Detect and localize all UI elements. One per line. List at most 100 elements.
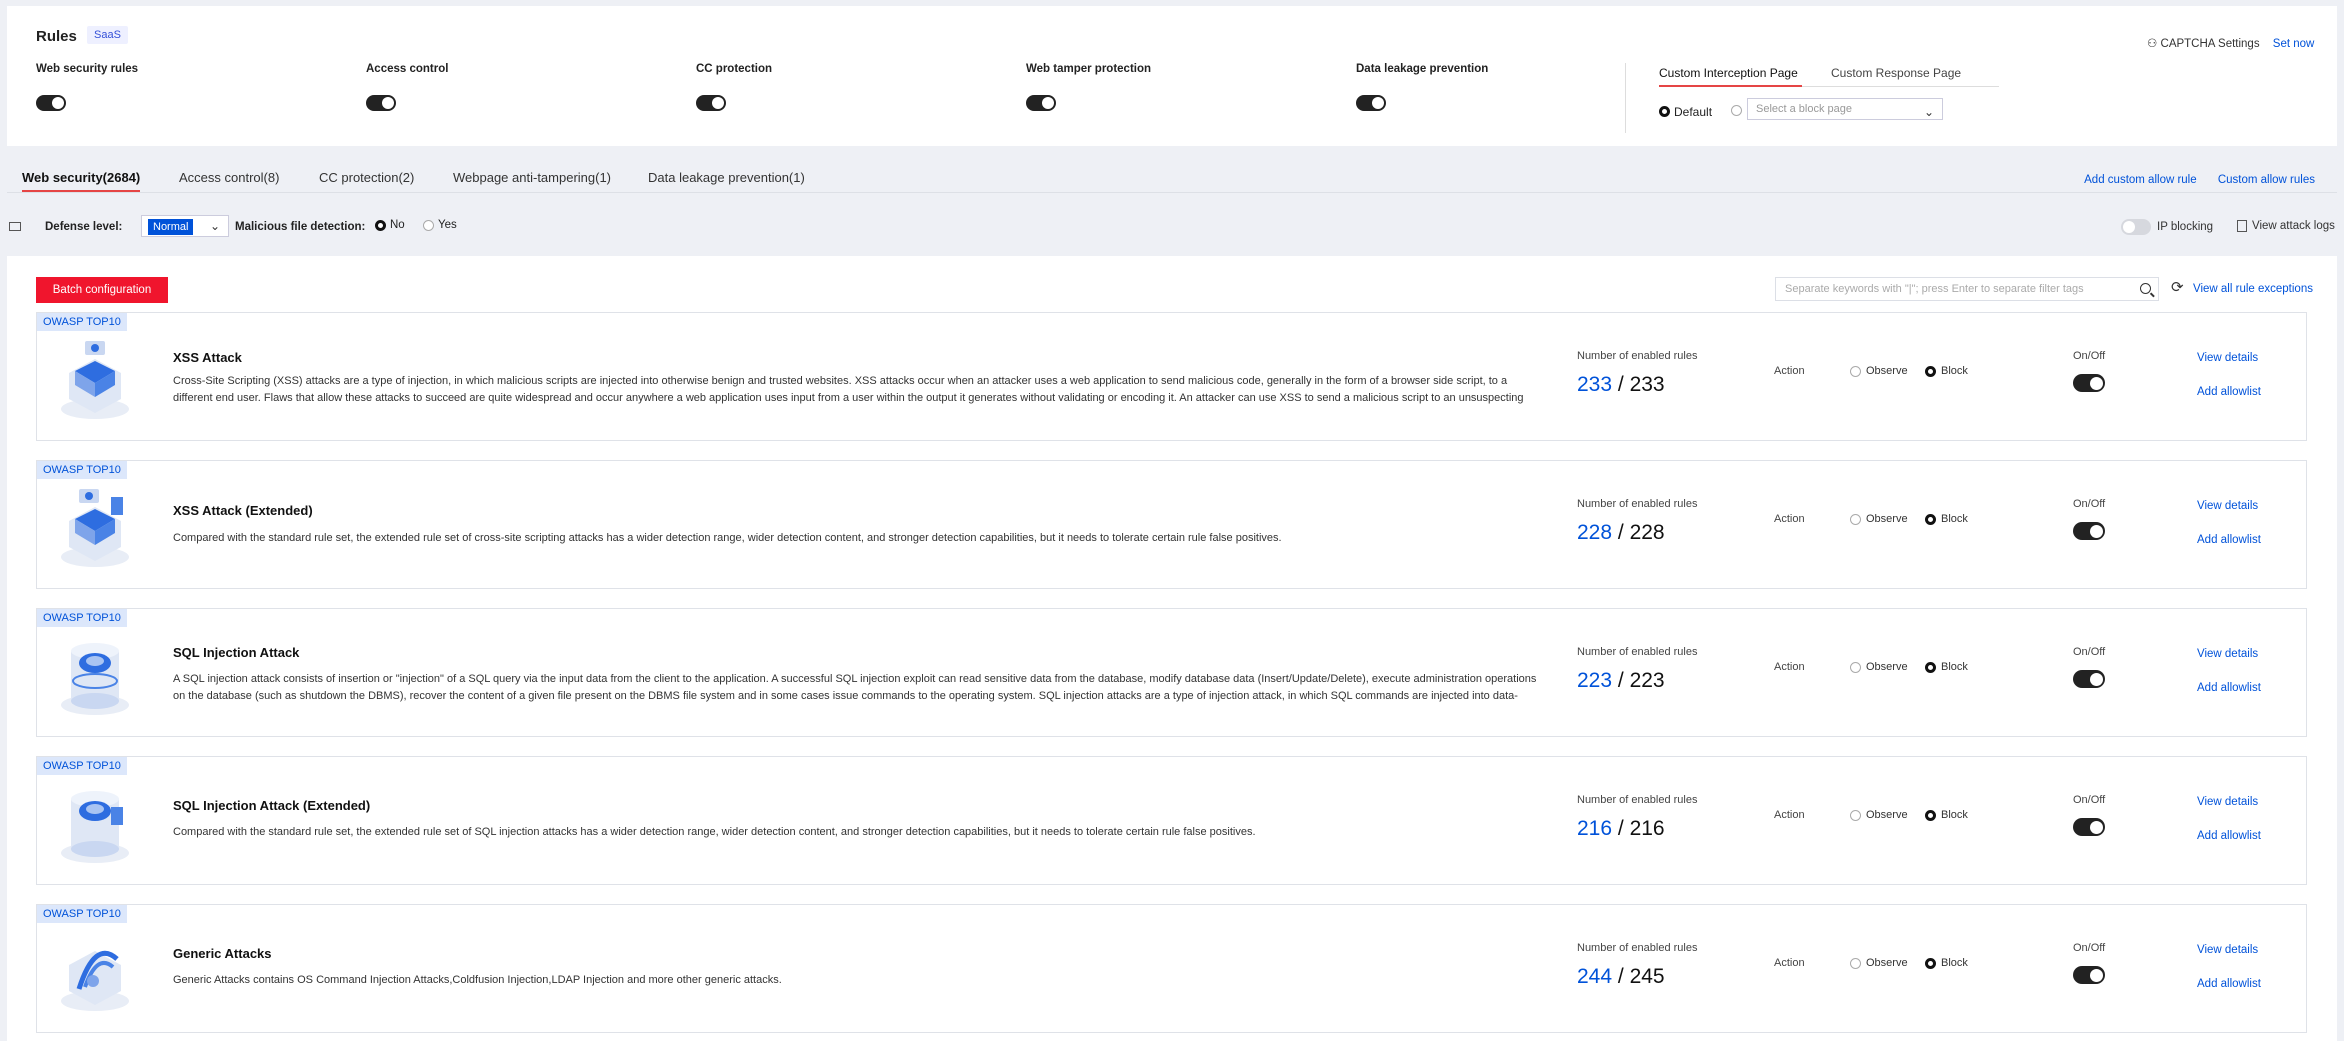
block-radio[interactable]: Block: [1925, 365, 1968, 377]
web-security-toggle[interactable]: [36, 95, 66, 111]
block-radio[interactable]: Block: [1925, 661, 1968, 673]
tab-custom-response-page[interactable]: Custom Response Page: [1831, 66, 1961, 80]
radio-label: No: [390, 219, 405, 231]
radio-icon: [1925, 365, 1936, 377]
radio-label: Observe: [1866, 957, 1908, 970]
captcha-settings: ⚇ CAPTCHA Settings Set now: [2147, 36, 2314, 50]
view-details-link[interactable]: View details: [2197, 796, 2258, 808]
rule-card-xss-extended: OWASP TOP10 XSS Attack (Extended) Compar…: [36, 460, 2307, 589]
rule-description: Generic Attacks contains OS Command Inje…: [173, 974, 782, 986]
access-control-toggle[interactable]: [366, 95, 396, 111]
batch-configuration-button[interactable]: Batch configuration: [36, 277, 168, 303]
action-label: Action: [1774, 661, 1805, 673]
enabled-rules-label: Number of enabled rules: [1577, 498, 1698, 510]
add-allowlist-link[interactable]: Add allowlist: [2197, 978, 2261, 990]
refresh-icon[interactable]: ⟳: [2171, 278, 2184, 296]
block-radio[interactable]: Block: [1925, 513, 1968, 525]
enabled-rules-count: 244 / 245: [1577, 965, 1665, 988]
cc-protection-toggle[interactable]: [696, 95, 726, 111]
onoff-label: On/Off: [2073, 350, 2106, 362]
rule-toggle[interactable]: [2073, 966, 2105, 984]
view-details-link[interactable]: View details: [2197, 944, 2258, 956]
view-details-link[interactable]: View details: [2197, 352, 2258, 364]
malicious-no-radio[interactable]: No: [375, 219, 405, 231]
add-allowlist-link[interactable]: Add allowlist: [2197, 830, 2261, 842]
owasp-badge: OWASP TOP10: [37, 609, 127, 627]
view-details-link[interactable]: View details: [2197, 648, 2258, 660]
search-input[interactable]: Separate keywords with "|"; press Enter …: [1775, 277, 2159, 301]
search-icon[interactable]: [2140, 283, 2151, 294]
data-leakage-toggle[interactable]: [1356, 95, 1386, 111]
web-tamper-toggle[interactable]: [1026, 95, 1056, 111]
radio-icon: [1850, 365, 1861, 377]
add-allowlist-link[interactable]: Add allowlist: [2197, 682, 2261, 694]
module-data-leakage: Data leakage prevention: [1356, 63, 1656, 114]
defense-level-select[interactable]: Normal ⌄: [141, 215, 229, 237]
add-custom-allow-rule-link[interactable]: Add custom allow rule: [2084, 174, 2197, 186]
rule-card-sql-injection-extended: OWASP TOP10 SQL Injection Attack (Extend…: [36, 756, 2307, 885]
toggle-knob: [1372, 97, 1384, 109]
sql-database-illustration: [61, 643, 129, 715]
onoff-label: On/Off: [2073, 646, 2106, 658]
custom-page-radio[interactable]: [1731, 105, 1742, 116]
protection-modules-panel: Rules SaaS Web security rules Access con…: [7, 6, 2337, 146]
defense-bar: Defense level: Normal ⌄ Malicious file d…: [7, 211, 2337, 245]
tab-cc-protection[interactable]: CC protection(2): [319, 170, 414, 185]
default-page-radio[interactable]: Default: [1659, 104, 1712, 119]
rule-card-xss: OWASP TOP10 XSS Attack Cross-Site Script…: [36, 312, 2307, 441]
tab-webpage-anti-tampering[interactable]: Webpage anti-tampering(1): [453, 170, 611, 185]
observe-radio[interactable]: Observe: [1850, 365, 1908, 377]
add-allowlist-link[interactable]: Add allowlist: [2197, 386, 2261, 398]
radio-label: Observe: [1866, 661, 1908, 674]
total-count: 216: [1629, 817, 1665, 840]
tab-access-control[interactable]: Access control(8): [179, 170, 279, 185]
add-allowlist-link[interactable]: Add allowlist: [2197, 534, 2261, 546]
tab-custom-interception-page[interactable]: Custom Interception Page: [1659, 66, 1802, 87]
onoff-label: On/Off: [2073, 794, 2106, 806]
onoff-label: On/Off: [2073, 942, 2106, 954]
radio-icon: [1850, 661, 1861, 673]
panel-icon[interactable]: [9, 222, 21, 231]
custom-allow-rules-link[interactable]: Custom allow rules: [2218, 174, 2315, 186]
malicious-file-label: Malicious file detection:: [235, 221, 366, 233]
rule-toggle[interactable]: [2073, 522, 2105, 540]
radio-label: Default: [1674, 104, 1713, 119]
action-label: Action: [1774, 365, 1805, 377]
rule-title: Generic Attacks: [173, 946, 272, 961]
module-label: Data leakage prevention: [1356, 63, 1489, 75]
block-radio[interactable]: Block: [1925, 809, 1968, 821]
radio-icon: [1925, 957, 1936, 969]
total-count: 223: [1629, 669, 1665, 692]
tab-web-security[interactable]: Web security(2684): [22, 170, 141, 192]
rule-title: XSS Attack: [173, 350, 242, 365]
malicious-yes-radio[interactable]: Yes: [423, 219, 457, 231]
block-radio[interactable]: Block: [1925, 957, 1968, 969]
radio-icon: [1925, 661, 1936, 673]
view-details-link[interactable]: View details: [2197, 500, 2258, 512]
toggle-knob: [1042, 97, 1054, 109]
tab-data-leakage-prevention[interactable]: Data leakage prevention(1): [648, 170, 805, 185]
enabled-count: 244: [1577, 965, 1613, 988]
observe-radio[interactable]: Observe: [1850, 513, 1908, 525]
rule-toggle[interactable]: [2073, 374, 2105, 392]
rule-toggle[interactable]: [2073, 818, 2105, 836]
block-page-select[interactable]: Select a block page ⌄: [1747, 98, 1943, 120]
view-attack-logs-link[interactable]: View attack logs: [2237, 220, 2335, 232]
set-now-link[interactable]: Set now: [2273, 38, 2315, 50]
document-icon: [2237, 220, 2247, 232]
observe-radio[interactable]: Observe: [1850, 809, 1908, 821]
view-all-rule-exceptions-link[interactable]: View all rule exceptions: [2193, 283, 2313, 295]
chevron-down-icon: ⌄: [209, 219, 220, 233]
toggle-knob: [2089, 376, 2103, 390]
rule-toggle[interactable]: [2073, 670, 2105, 688]
toggle-knob: [2089, 524, 2103, 538]
radio-icon: [375, 219, 386, 231]
rule-description: A SQL injection attack consists of inser…: [173, 673, 1537, 702]
module-web-tamper: Web tamper protection: [1026, 63, 1326, 114]
observe-radio[interactable]: Observe: [1850, 661, 1908, 673]
observe-radio[interactable]: Observe: [1850, 957, 1908, 969]
ip-blocking-toggle[interactable]: [2121, 219, 2151, 235]
module-access-control: Access control: [366, 63, 666, 114]
generic-attack-illustration: [61, 950, 129, 1011]
radio-icon: [1850, 957, 1861, 969]
